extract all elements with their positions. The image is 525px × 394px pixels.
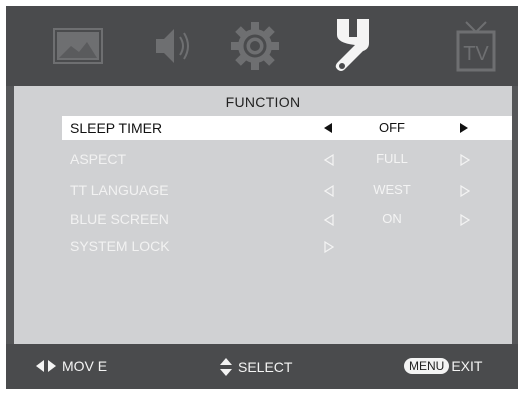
menu-item-value: FULL [376,151,408,166]
increase-arrow-icon[interactable] [460,123,468,133]
menu-title: FUNCTION [225,94,301,110]
select-label: SELECT [238,359,293,375]
picture-icon [53,28,103,64]
select-hint: SELECT [220,358,292,376]
wrench-icon [335,19,369,71]
move-hint: MOV E [36,358,107,374]
move-label: MOV E [62,358,108,374]
increase-arrow-icon[interactable] [460,214,470,226]
decrease-arrow-icon[interactable] [324,185,334,197]
gear-icon [231,22,279,70]
function-menu: FUNCTION SLEEP TIMER OFF ASPECT FULL TT … [14,86,512,344]
increase-arrow-icon[interactable] [460,154,470,166]
increase-arrow-icon[interactable] [460,185,470,197]
decrease-arrow-icon[interactable] [324,214,334,226]
menu-item-aspect[interactable]: ASPECT FULL [62,147,512,171]
tab-settings[interactable] [224,6,286,86]
sound-icon [156,29,189,63]
menu-item-system-lock[interactable]: SYSTEM LOCK [62,234,512,258]
up-down-arrows-icon [220,358,232,376]
enter-arrow-icon[interactable] [324,241,334,253]
exit-label: EXIT [451,358,483,374]
menu-item-sleep-timer[interactable]: SLEEP TIMER OFF [62,116,512,140]
exit-hint: MENU EXIT [404,358,482,374]
tab-picture[interactable] [46,6,110,86]
osd-frame: TV FUNCTION SLEEP TIMER OFF ASPECT FULL … [6,6,518,389]
menu-item-value: OFF [379,120,405,135]
menu-item-label: BLUE SCREEN [70,211,169,227]
tab-bar: TV [6,6,518,86]
menu-item-value: WEST [373,182,411,197]
menu-item-label: TT LANGUAGE [70,182,169,198]
menu-item-value: ON [382,211,402,226]
decrease-arrow-icon[interactable] [324,123,332,133]
menu-item-label: SYSTEM LOCK [70,238,170,254]
tab-tv[interactable]: TV [444,6,508,86]
menu-item-tt-language[interactable]: TT LANGUAGE WEST [62,178,512,202]
tv-icon: TV [456,21,496,72]
menu-item-label: SLEEP TIMER [70,120,163,136]
footer-bar: MOV E SELECT MENU EXIT [6,344,518,389]
menu-item-blue-screen[interactable]: BLUE SCREEN ON [62,207,512,231]
decrease-arrow-icon[interactable] [324,154,334,166]
menu-key-badge: MENU [404,358,450,374]
tab-sound[interactable] [144,6,200,86]
menu-item-label: ASPECT [70,151,127,167]
left-right-arrows-icon [36,360,56,372]
tv-icon-text: TV [463,43,489,65]
tab-function[interactable] [330,6,394,86]
